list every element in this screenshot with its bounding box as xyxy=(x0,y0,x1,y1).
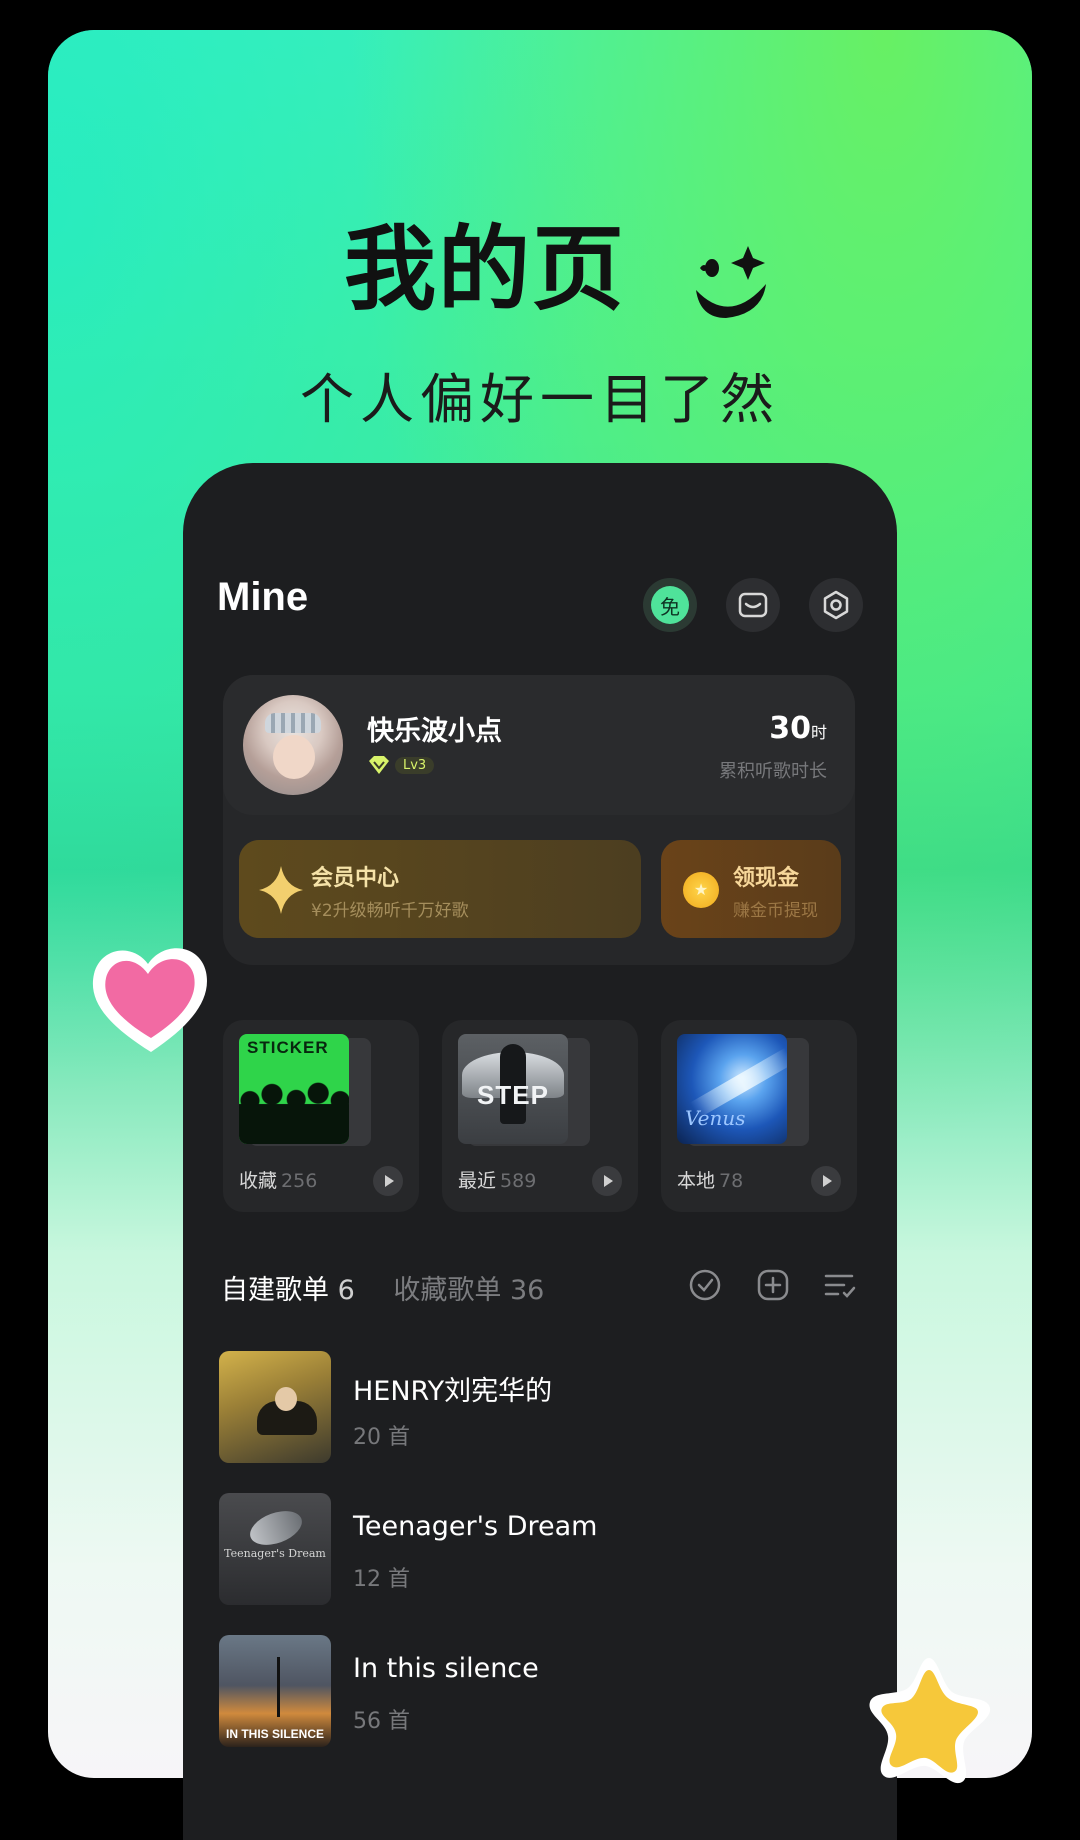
playlist-cover: IN THIS SILENCE xyxy=(219,1635,331,1747)
album-cover: STICKER xyxy=(239,1034,349,1144)
vip-subtitle: ¥2升级畅听千万好歌 xyxy=(311,901,469,921)
free-badge: 免 xyxy=(651,586,689,624)
cash-subtitle: 赚金币提现 xyxy=(733,901,818,921)
playlist-count: 12 首 xyxy=(353,1567,410,1592)
playlist-cover xyxy=(219,1351,331,1463)
playlist-item[interactable]: HENRY刘宪华的 20 首 xyxy=(219,1351,859,1463)
tile-label: 最近 589 xyxy=(458,1170,537,1192)
tab-collected-playlists[interactable]: 收藏歌单 36 xyxy=(393,1275,544,1306)
favorites-tile[interactable]: STICKER 收藏 256 xyxy=(223,1020,419,1212)
coin-icon xyxy=(683,872,719,908)
hero-subtitle: 个人偏好一目了然 xyxy=(300,368,780,431)
play-icon[interactable] xyxy=(592,1166,622,1196)
playlist-name: HENRY刘宪华的 xyxy=(353,1376,553,1407)
level-text: Lv3 xyxy=(395,756,435,774)
playlist-count: 20 首 xyxy=(353,1425,410,1450)
playlist-tabs: 自建歌单 6 收藏歌单 36 xyxy=(221,1268,544,1307)
profile-card: 快乐波小点 Lv3 30时 累积听歌时长 会员中心 ¥2升级畅听千万好歌 领现金… xyxy=(223,675,855,965)
diamond-icon xyxy=(369,756,389,774)
mail-icon xyxy=(738,592,768,618)
tile-label: 本地 78 xyxy=(677,1170,744,1192)
heart-icon xyxy=(92,948,207,1052)
listen-hours-label: 累积听歌时长 xyxy=(719,761,827,782)
vip-title: 会员中心 xyxy=(311,866,400,891)
playlist-name: In this silence xyxy=(353,1653,539,1684)
cash-title: 领现金 xyxy=(733,866,800,891)
playlist-item[interactable]: Teenager's Dream Teenager's Dream 12 首 xyxy=(219,1493,859,1605)
add-icon[interactable] xyxy=(756,1268,790,1302)
tab-created-playlists[interactable]: 自建歌单 6 xyxy=(221,1275,355,1306)
avatar[interactable] xyxy=(243,695,343,795)
phone-screen: Mine 免 快乐波小点 Lv3 30时 累积听歌时长 会员中心 ¥2升级畅听千… xyxy=(183,463,897,1840)
play-icon[interactable] xyxy=(811,1166,841,1196)
recent-tile[interactable]: STEP 最近 589 xyxy=(442,1020,638,1212)
star-icon xyxy=(869,1658,991,1784)
vip-center-button[interactable]: 会员中心 ¥2升级畅听千万好歌 xyxy=(239,840,641,938)
album-cover: Venus xyxy=(677,1034,787,1144)
mail-button[interactable] xyxy=(726,578,780,632)
username: 快乐波小点 xyxy=(367,716,502,747)
local-tile[interactable]: Venus 本地 78 xyxy=(661,1020,857,1212)
playlist-count: 56 首 xyxy=(353,1709,410,1734)
playlist-name: Teenager's Dream xyxy=(353,1511,598,1542)
listen-hours: 30时 xyxy=(769,711,827,746)
tile-label: 收藏 256 xyxy=(239,1170,318,1192)
free-listen-button[interactable]: 免 xyxy=(643,578,697,632)
settings-button[interactable] xyxy=(809,578,863,632)
smile-sparkle-icon xyxy=(696,246,766,318)
page-title: Mine xyxy=(217,575,309,619)
play-icon[interactable] xyxy=(373,1166,403,1196)
hero-title: 我的页 xyxy=(343,216,626,323)
get-cash-button[interactable]: 领现金 赚金币提现 xyxy=(661,840,841,938)
level-badge[interactable]: Lv3 xyxy=(367,753,435,777)
sort-icon[interactable] xyxy=(823,1268,857,1302)
album-cover: STEP xyxy=(458,1034,568,1144)
playlist-item[interactable]: IN THIS SILENCE In this silence 56 首 xyxy=(219,1635,859,1747)
locate-icon[interactable] xyxy=(688,1268,722,1302)
sparkle-icon xyxy=(259,866,303,914)
profile-header[interactable]: 快乐波小点 Lv3 30时 累积听歌时长 xyxy=(223,675,855,815)
settings-icon xyxy=(823,590,849,620)
playlist-cover: Teenager's Dream xyxy=(219,1493,331,1605)
